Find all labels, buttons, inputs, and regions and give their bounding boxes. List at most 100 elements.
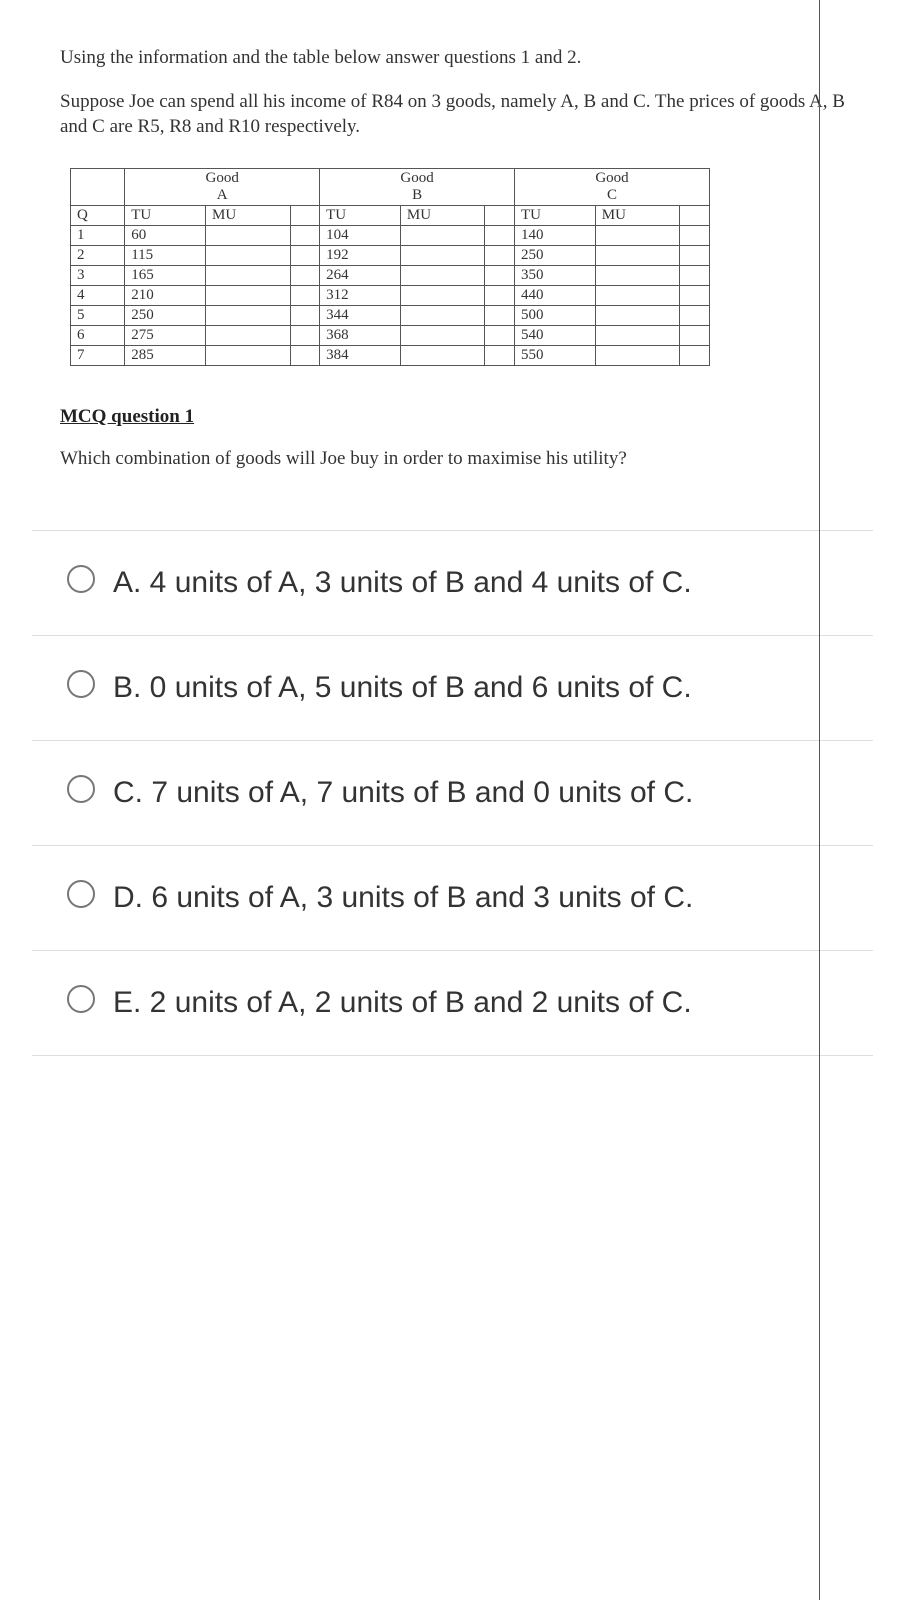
option-b-text: B. 0 units of A, 5 units of B and 6 unit… [113,664,692,712]
intro-line-1: Using the information and the table belo… [60,45,845,71]
cell-blank-a [290,225,320,245]
group-head-c: GoodC [515,168,710,205]
table-group-row: GoodA GoodB GoodC [71,168,710,205]
utility-table-wrap: GoodA GoodB GoodC Q TU MU TU MU TU MU 16… [70,168,710,366]
cell-tu-c: 350 [515,265,596,285]
cell-mu-a [206,225,291,245]
cell-tu-a: 275 [125,325,206,345]
radio-icon[interactable] [67,880,95,908]
mcq-heading: MCQ question 1 [60,406,845,428]
cell-mu-b [400,305,485,325]
question-text: Which combination of goods will Joe buy … [60,448,845,470]
cell-tu-c: 440 [515,285,596,305]
intro-line-2: Suppose Joe can spend all his income of … [60,89,845,140]
group-head-b: GoodB [320,168,515,205]
cell-q: 7 [71,345,125,365]
col-blank-c [680,205,710,225]
cell-blank-a [290,245,320,265]
col-tu-c: TU [515,205,596,225]
table-row: 4210312440 [71,285,710,305]
table-row: 6275 368 540 [71,325,710,345]
table-row: 5250344500 [71,305,710,325]
cell-mu-c [595,285,680,305]
cell-blank-c [680,345,710,365]
cell-tu-b: 264 [320,265,401,285]
col-tu-b: TU [320,205,401,225]
option-a-text: A. 4 units of A, 3 units of B and 4 unit… [113,559,692,607]
cell-mu-c [595,265,680,285]
table-row: 160104140 [71,225,710,245]
cell-mu-a [206,305,291,325]
cell-blank-b [485,285,515,305]
cell-tu-b: 192 [320,245,401,265]
table-row: 3165 264 350 [71,265,710,285]
option-d[interactable]: D. 6 units of A, 3 units of B and 3 unit… [32,846,873,951]
cell-mu-c [595,245,680,265]
option-c-text: C. 7 units of A, 7 units of B and 0 unit… [113,769,693,817]
cell-tu-c: 540 [515,325,596,345]
col-mu-a: MU [206,205,291,225]
radio-icon[interactable] [67,985,95,1013]
radio-icon[interactable] [67,670,95,698]
cell-blank-b [485,325,515,345]
col-q: Q [71,205,125,225]
col-blank-b [485,205,515,225]
cell-tu-b: 368 [320,325,401,345]
cell-q: 6 [71,325,125,345]
cell-mu-c [595,325,680,345]
cell-blank-b [485,245,515,265]
options-list: A. 4 units of A, 3 units of B and 4 unit… [32,530,873,1056]
group-head-a: GoodA [125,168,320,205]
cell-mu-b [400,325,485,345]
col-mu-b: MU [400,205,485,225]
cell-blank-c [680,285,710,305]
cell-blank-b [485,265,515,285]
cell-mu-a [206,245,291,265]
cell-tu-b: 384 [320,345,401,365]
cell-q: 3 [71,265,125,285]
cell-tu-b: 344 [320,305,401,325]
table-header-row: Q TU MU TU MU TU MU [71,205,710,225]
option-d-text: D. 6 units of A, 3 units of B and 3 unit… [113,874,693,922]
col-tu-a: TU [125,205,206,225]
cell-blank-c [680,325,710,345]
cell-blank-c [680,305,710,325]
option-e-text: E. 2 units of A, 2 units of B and 2 unit… [113,979,692,1027]
cell-tu-a: 165 [125,265,206,285]
cell-blank-a [290,325,320,345]
page-right-border [819,0,820,1600]
cell-mu-a [206,345,291,365]
content-area: Using the information and the table belo… [0,0,905,1096]
cell-mu-b [400,245,485,265]
cell-blank-c [680,245,710,265]
cell-blank-c [680,265,710,285]
cell-tu-b: 312 [320,285,401,305]
cell-q: 4 [71,285,125,305]
cell-q: 2 [71,245,125,265]
option-b[interactable]: B. 0 units of A, 5 units of B and 6 unit… [32,636,873,741]
cell-mu-c [595,345,680,365]
radio-icon[interactable] [67,565,95,593]
cell-tu-a: 250 [125,305,206,325]
cell-blank-b [485,225,515,245]
radio-icon[interactable] [67,775,95,803]
col-blank-a [290,205,320,225]
blank-cell [71,168,125,205]
option-e[interactable]: E. 2 units of A, 2 units of B and 2 unit… [32,951,873,1056]
option-c[interactable]: C. 7 units of A, 7 units of B and 0 unit… [32,741,873,846]
cell-mu-b [400,285,485,305]
cell-blank-a [290,305,320,325]
cell-tu-a: 115 [125,245,206,265]
cell-blank-c [680,225,710,245]
cell-mu-a [206,285,291,305]
cell-blank-a [290,265,320,285]
cell-blank-b [485,345,515,365]
cell-tu-a: 285 [125,345,206,365]
cell-tu-b: 104 [320,225,401,245]
cell-mu-b [400,265,485,285]
cell-mu-c [595,225,680,245]
option-a[interactable]: A. 4 units of A, 3 units of B and 4 unit… [32,531,873,636]
cell-mu-b [400,345,485,365]
cell-mu-c [595,305,680,325]
cell-blank-a [290,345,320,365]
